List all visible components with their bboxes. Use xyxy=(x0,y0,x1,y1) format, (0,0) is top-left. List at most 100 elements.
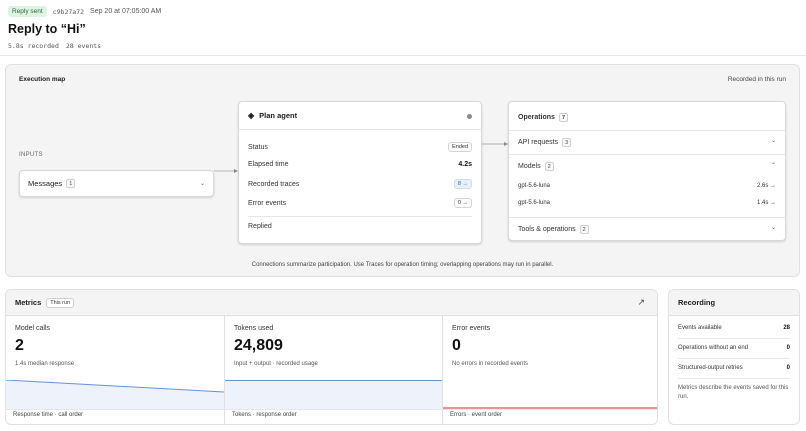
elapsed-label: Elapsed time xyxy=(248,161,289,168)
tools-count: 2 xyxy=(579,225,589,234)
errors-sparkline xyxy=(443,407,657,409)
metric-sub: 1.4s median response xyxy=(15,361,75,367)
recording-label: Operations without an end xyxy=(678,345,749,351)
chevron-down-icon[interactable]: ⌄ xyxy=(771,224,776,231)
metric-footer-divider xyxy=(443,409,657,410)
metric-sub: Input + output · recorded usage xyxy=(234,361,318,367)
metric-label: Tokens used xyxy=(234,325,274,332)
model-row[interactable]: gpt-5.6-luna 2.6s → xyxy=(518,183,776,189)
messages-node[interactable]: Messages 1 ⌄ xyxy=(19,170,214,197)
metrics-scope-tag: This run xyxy=(46,297,75,308)
metric-foot: Errors · event order xyxy=(450,412,503,418)
plan-result: Replied xyxy=(248,223,272,230)
recording-value: 0 xyxy=(786,365,790,371)
tools-section[interactable]: Tools & operations 2 ⌄ xyxy=(509,217,785,241)
model-row[interactable]: gpt-5.6-luna 1.4s → xyxy=(518,200,776,206)
status-value: Ended xyxy=(448,142,472,152)
metric-sub: No errors in recorded events xyxy=(452,361,529,367)
plan-status-row: Status Ended xyxy=(248,142,472,152)
api-requests-label: API requests xyxy=(518,139,559,146)
operations-node: Operations 7 API requests 3 ⌄ Models 2 ⌃… xyxy=(508,101,786,241)
plan-errors-row: Error events 0 → xyxy=(248,198,472,208)
metrics-panel: Metrics This run ↗ Model calls 2 1.4s me… xyxy=(5,289,658,425)
model-name: gpt-5.6-luna xyxy=(518,183,551,189)
status-label: Status xyxy=(248,143,268,151)
recording-title: Recording xyxy=(669,290,799,316)
metric-foot: Response time · call order xyxy=(13,412,84,418)
messages-count: 1 xyxy=(66,179,76,188)
diamond-icon: ◈ xyxy=(248,111,255,120)
errors-label: Error events xyxy=(248,199,287,207)
models-count: 2 xyxy=(544,162,554,171)
page-title: Reply to “Hi” xyxy=(8,22,86,36)
recording-row: Events available 28 xyxy=(678,325,790,331)
recording-divider xyxy=(678,338,790,339)
model-time: 1.4s → xyxy=(756,200,776,206)
recording-panel: Recording Events available 28 Operations… xyxy=(668,289,800,425)
run-events: 28 events xyxy=(65,42,102,50)
metric-footer-divider xyxy=(225,409,442,410)
metrics-title: Metrics xyxy=(15,298,42,307)
sparkline-area xyxy=(6,380,224,410)
metric-label: Error events xyxy=(452,325,491,332)
metrics-header: Metrics This run ↗ xyxy=(6,290,657,316)
elapsed-value: 4.2s xyxy=(458,161,472,168)
plan-divider xyxy=(248,216,472,217)
traces-link[interactable]: 8 → xyxy=(453,179,472,189)
metric-tokens-used[interactable]: Tokens used 24,809 Input + output · reco… xyxy=(224,316,442,424)
header-divider xyxy=(0,55,806,56)
chevron-up-icon[interactable]: ⌃ xyxy=(771,162,776,169)
api-requests-count: 3 xyxy=(562,138,572,147)
tools-label: Tools & operations xyxy=(518,226,576,233)
errors-link[interactable]: 0 → xyxy=(453,198,472,208)
response-time-sparkline xyxy=(6,380,224,410)
metric-foot: Tokens · response order xyxy=(232,412,297,418)
messages-label: Messages xyxy=(28,179,63,188)
plan-agent-header: ◈ Plan agent xyxy=(239,102,481,130)
plan-elapsed-row: Elapsed time 4.2s xyxy=(248,161,472,168)
metric-error-events[interactable]: Error events 0 No errors in recorded eve… xyxy=(442,316,657,424)
external-link-icon[interactable]: ↗ xyxy=(637,297,645,308)
traces-label: Recorded traces xyxy=(248,180,300,188)
tokens-sparkline xyxy=(225,380,442,410)
inputs-label: INPUTS xyxy=(19,152,43,158)
status-badge: Reply sent xyxy=(8,6,47,17)
execution-map: Execution map Recorded in this run INPUT… xyxy=(5,64,800,277)
chevron-down-icon[interactable]: ⌄ xyxy=(200,180,205,187)
models-label: Models xyxy=(518,163,541,170)
recording-note: Metrics describe the events saved for th… xyxy=(678,385,789,400)
models-section[interactable]: Models 2 ⌃ gpt-5.6-luna 2.6s → gpt-5.6-l… xyxy=(509,154,785,217)
model-name: gpt-5.6-luna xyxy=(518,200,551,206)
recording-value: 0 xyxy=(786,345,790,351)
status-dot-icon xyxy=(467,114,472,119)
plan-agent-node[interactable]: ◈ Plan agent Status Ended Elapsed time 4… xyxy=(238,101,482,244)
operations-count: 7 xyxy=(558,113,569,122)
recording-value: 28 xyxy=(783,325,790,331)
tools-header: Tools & operations 2 xyxy=(518,225,589,234)
run-timestamp: Sep 20 at 07:05:00 AM xyxy=(90,8,162,15)
recording-row: Operations without an end 0 xyxy=(678,345,790,351)
api-requests-section[interactable]: API requests 3 ⌄ xyxy=(509,130,785,154)
metric-value: 2 xyxy=(15,337,24,354)
metric-value: 24,809 xyxy=(234,337,283,354)
run-duration: 5.8s recorded xyxy=(8,42,59,50)
recording-divider xyxy=(678,378,790,379)
recording-label: Events available xyxy=(678,325,722,331)
plan-agent-title: Plan agent xyxy=(259,111,298,120)
run-stats: 5.8s recorded 28 events xyxy=(8,42,101,50)
metric-model-calls[interactable]: Model calls 2 1.4s median response Respo… xyxy=(6,316,224,424)
operations-title: Operations xyxy=(518,114,555,121)
metric-label: Model calls xyxy=(15,325,51,332)
chevron-down-icon[interactable]: ⌄ xyxy=(771,137,776,144)
model-time: 2.6s → xyxy=(756,183,776,189)
recording-divider xyxy=(678,358,790,359)
metric-value: 0 xyxy=(452,337,461,354)
plan-traces-row: Recorded traces 8 → xyxy=(248,179,472,189)
metric-footer-divider xyxy=(6,409,224,410)
models-header: Models 2 xyxy=(518,162,554,171)
execution-map-footnote: Connections summarize participation. Use… xyxy=(251,262,554,268)
plan-result-row: Replied xyxy=(248,223,472,230)
api-requests-header: API requests 3 xyxy=(518,138,572,147)
sparkline-area xyxy=(225,380,442,410)
run-id[interactable]: c9b27a72 xyxy=(53,8,84,16)
